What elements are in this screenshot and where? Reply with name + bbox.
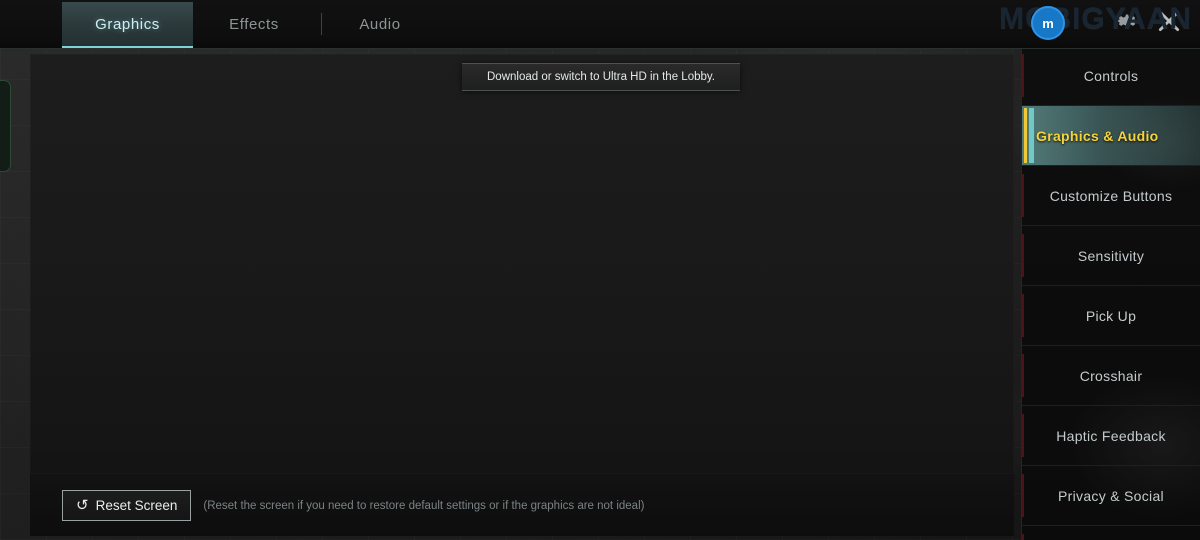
- sidebar-item-label: Graphics & Audio: [1036, 127, 1159, 144]
- sidebar-item-label: Crosshair: [1079, 367, 1143, 384]
- reset-arrow-icon: ↺: [76, 497, 89, 514]
- tab-effects-label: Effects: [229, 15, 279, 33]
- tab-graphics[interactable]: Graphics: [62, 2, 193, 48]
- ultra-hd-tooltip: Download or switch to Ultra HD in the Lo…: [462, 63, 740, 91]
- sidebar-item-label: Haptic Feedback: [1056, 427, 1166, 444]
- sidebar-item-label: Pick Up: [1085, 307, 1137, 324]
- sidebar-item-label: Customize Buttons: [1049, 187, 1173, 204]
- reset-screen-button-label: Reset Screen: [95, 498, 178, 513]
- sidebar-item-crosshair[interactable]: Crosshair: [1022, 346, 1200, 406]
- sidebar-item-other[interactable]: Other: [1022, 526, 1200, 540]
- settings-panel: [30, 54, 1014, 474]
- crossed-tools-icon[interactable]: [1156, 8, 1182, 34]
- sidebar-item-privacy-and-social[interactable]: Privacy & Social: [1022, 466, 1200, 526]
- tab-audio-label: Audio: [359, 15, 401, 33]
- sidebar-item-controls[interactable]: Controls: [1022, 46, 1200, 106]
- sidebar-item-label: Sensitivity: [1077, 247, 1145, 264]
- reset-section: ↺ Reset Screen (Reset the screen if you …: [62, 490, 644, 521]
- sidebar-item-label: Controls: [1083, 67, 1139, 84]
- tab-divider: [321, 13, 322, 35]
- sidebar-item-graphics-and-audio[interactable]: Graphics & Audio: [1022, 106, 1200, 166]
- top-tab-bar: Graphics Effects Audio: [0, 0, 1200, 49]
- sidebar-item-pick-up[interactable]: Pick Up: [1022, 286, 1200, 346]
- tab-audio[interactable]: Audio: [330, 2, 430, 46]
- header-icon-group: [1114, 8, 1182, 34]
- settings-icon[interactable]: [1114, 8, 1140, 34]
- settings-sidebar: Controls Graphics & Audio Customize Butt…: [1021, 46, 1200, 540]
- reset-screen-note: (Reset the screen if you need to restore…: [203, 499, 645, 512]
- sidebar-item-sensitivity[interactable]: Sensitivity: [1022, 226, 1200, 286]
- sidebar-item-haptic-feedback[interactable]: Haptic Feedback: [1022, 406, 1200, 466]
- tab-graphics-label: Graphics: [95, 15, 160, 33]
- tab-effects[interactable]: Effects: [200, 2, 308, 46]
- app-root: Graphics Effects Audio MOBIGYAAN m Downl…: [0, 0, 1200, 540]
- sidebar-item-label: Privacy & Social: [1058, 487, 1164, 504]
- left-edge-tab[interactable]: [0, 80, 11, 172]
- sidebar-item-customize-buttons[interactable]: Customize Buttons: [1022, 166, 1200, 226]
- reset-screen-button[interactable]: ↺ Reset Screen: [62, 490, 192, 521]
